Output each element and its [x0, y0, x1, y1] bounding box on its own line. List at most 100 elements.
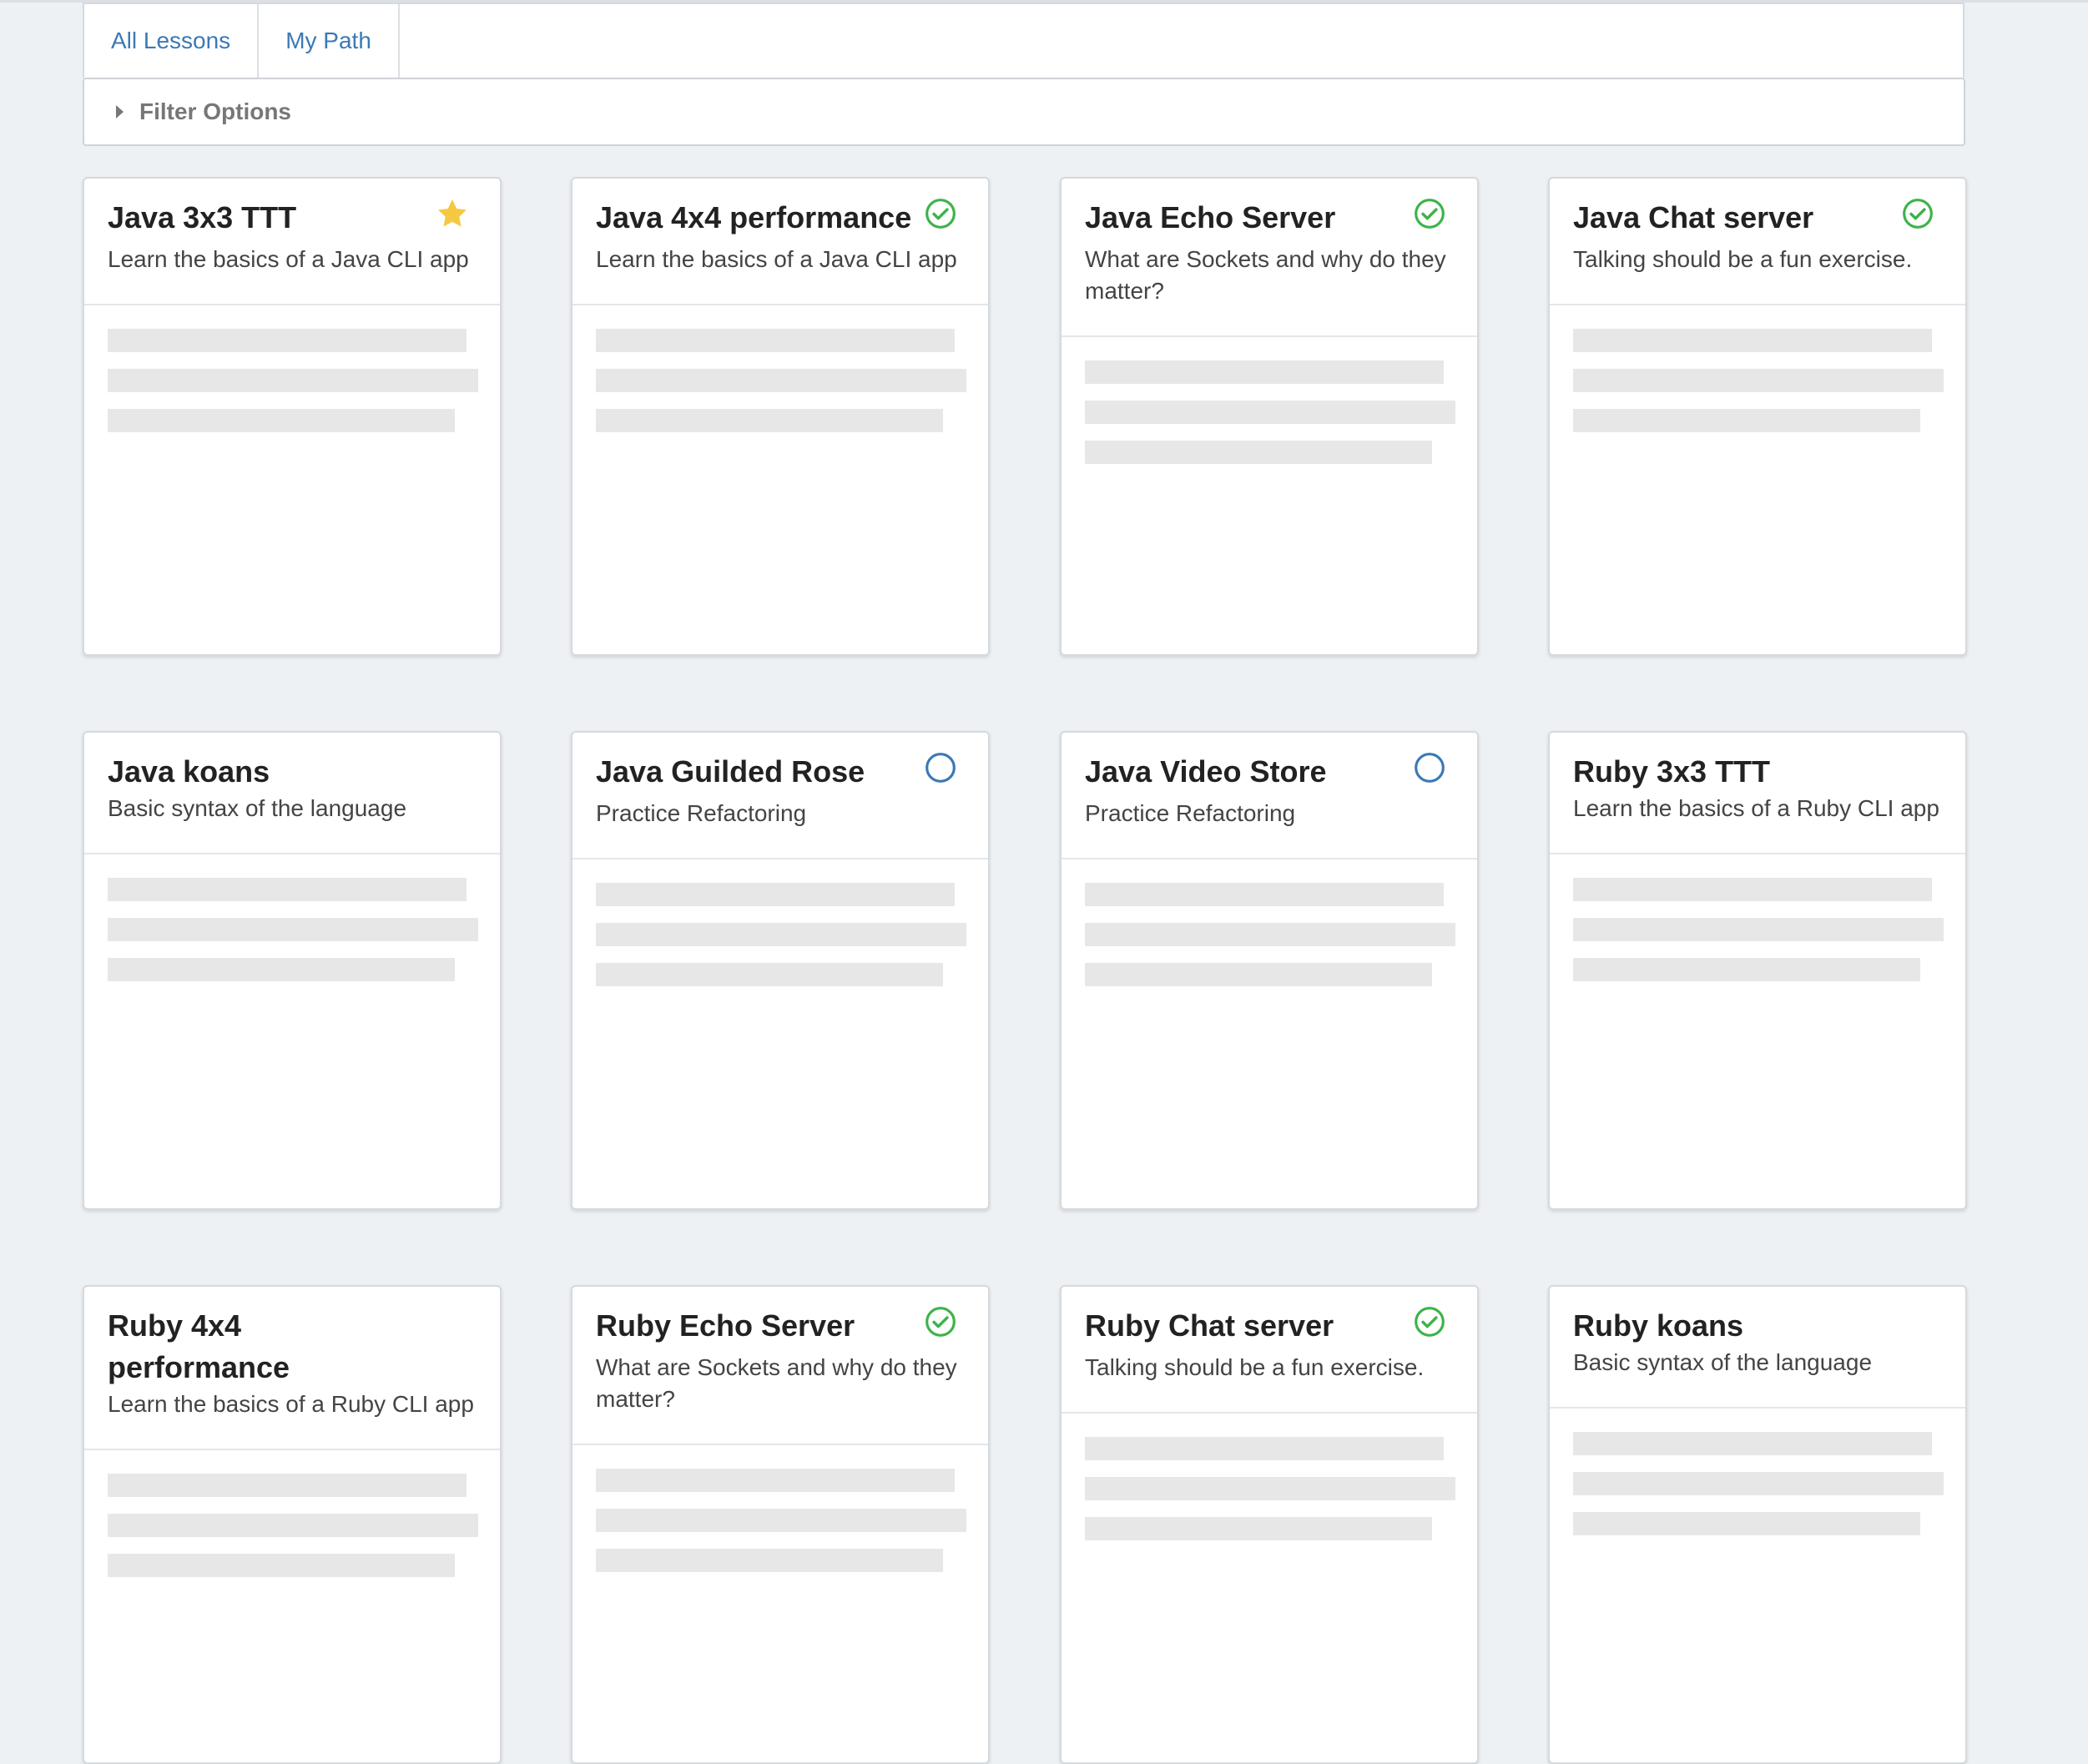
- lesson-card[interactable]: Java Echo Server What are Sockets and why…: [1060, 177, 1479, 656]
- lesson-title: Java 4x4 performance: [596, 200, 912, 234]
- lesson-card[interactable]: Java Guilded Rose Practice Refactoring: [571, 731, 990, 1210]
- lesson-title: Java Echo Server: [1085, 200, 1336, 234]
- lesson-title: Ruby koans: [1573, 1308, 1744, 1343]
- lesson-card-header: Java Guilded Rose Practice Refactoring: [572, 733, 988, 859]
- skeleton-line: [108, 1514, 478, 1537]
- lesson-description: Basic syntax of the language: [1573, 1349, 1873, 1375]
- skeleton-line: [1085, 441, 1432, 464]
- skeleton-line: [1085, 360, 1444, 384]
- skeleton-line: [596, 923, 966, 946]
- skeleton-line: [596, 1509, 966, 1532]
- skeleton-line: [108, 329, 467, 352]
- lesson-card-header: Ruby 3x3 TTT Learn the basics of a Ruby C…: [1550, 733, 1965, 854]
- skeleton-line: [1573, 369, 1944, 392]
- filter-options-label: Filter Options: [139, 98, 291, 124]
- lesson-card-header: Ruby 4x4 performance Learn the basics of …: [84, 1287, 500, 1450]
- empty-circle-icon[interactable]: [1413, 751, 1446, 784]
- lesson-description: Learn the basics of a Java CLI app: [596, 246, 957, 272]
- lesson-card-header: Java Chat server Talking should be a fun …: [1550, 179, 1965, 305]
- lesson-description: Practice Refactoring: [596, 800, 807, 826]
- skeleton-line: [108, 1474, 467, 1497]
- skeleton-line: [108, 918, 478, 941]
- skeleton-line: [1085, 963, 1432, 986]
- star-icon[interactable]: [436, 197, 469, 230]
- skeleton-line: [596, 1469, 955, 1492]
- skeleton-line: [596, 369, 966, 392]
- skeleton-line: [1085, 1477, 1455, 1500]
- skeleton-line: [108, 409, 455, 432]
- check-circle-icon[interactable]: [924, 197, 957, 230]
- lesson-card-header: Java koans Basic syntax of the language: [84, 733, 500, 854]
- skeleton-line: [1573, 329, 1932, 352]
- lesson-card[interactable]: Java Video Store Practice Refactoring: [1060, 731, 1479, 1210]
- lesson-card[interactable]: Ruby Chat server Talking should be a fun …: [1060, 1285, 1479, 1764]
- skeleton-line: [1085, 883, 1444, 906]
- lesson-card[interactable]: Java 4x4 performance Learn the basics of …: [571, 177, 990, 656]
- skeleton-line: [1573, 958, 1920, 981]
- lesson-title: Java Guilded Rose: [596, 754, 865, 789]
- lesson-card[interactable]: Ruby 4x4 performance Learn the basics of …: [83, 1285, 502, 1764]
- loading-skeleton: [1550, 1409, 1965, 1535]
- lesson-card[interactable]: Ruby 3x3 TTT Learn the basics of a Ruby C…: [1548, 731, 1967, 1210]
- caret-right-icon: [116, 105, 124, 118]
- lesson-title: Java Video Store: [1085, 754, 1327, 789]
- skeleton-line: [108, 958, 455, 981]
- skeleton-line: [1573, 1432, 1932, 1455]
- lesson-card-header: Java Echo Server What are Sockets and why…: [1062, 179, 1477, 337]
- lesson-title: Ruby 4x4 performance: [108, 1308, 290, 1384]
- lesson-description: Talking should be a fun exercise.: [1573, 246, 1913, 272]
- skeleton-line: [108, 878, 467, 901]
- skeleton-line: [1573, 878, 1932, 901]
- loading-skeleton: [84, 305, 500, 432]
- lesson-description: Talking should be a fun exercise.: [1085, 1354, 1425, 1380]
- lesson-card[interactable]: Ruby koans Basic syntax of the language: [1548, 1285, 1967, 1764]
- skeleton-line: [1573, 918, 1944, 941]
- skeleton-line: [1573, 1512, 1920, 1535]
- lesson-description: Learn the basics of a Ruby CLI app: [1573, 795, 1939, 821]
- lesson-title: Ruby Chat server: [1085, 1308, 1334, 1343]
- filter-options-toggle[interactable]: Filter Options: [83, 78, 1965, 146]
- lesson-card-header: Ruby koans Basic syntax of the language: [1550, 1287, 1965, 1409]
- check-circle-icon[interactable]: [1901, 197, 1934, 230]
- lesson-card-header: Java 4x4 performance Learn the basics of …: [572, 179, 988, 305]
- lesson-card-header: Java 3x3 TTT Learn the basics of a Java C…: [84, 179, 500, 305]
- skeleton-line: [1085, 1517, 1432, 1540]
- check-circle-icon[interactable]: [1413, 197, 1446, 230]
- lesson-tabs: All Lessons My Path: [83, 3, 1964, 78]
- loading-skeleton: [1062, 859, 1477, 986]
- lesson-card-header: Java Video Store Practice Refactoring: [1062, 733, 1477, 859]
- skeleton-line: [596, 1549, 943, 1572]
- tab-all-lessons[interactable]: All Lessons: [84, 4, 260, 78]
- skeleton-line: [596, 409, 943, 432]
- lesson-card[interactable]: Ruby Echo Server What are Sockets and why…: [571, 1285, 990, 1764]
- lesson-card[interactable]: Java 3x3 TTT Learn the basics of a Java C…: [83, 177, 502, 656]
- lesson-card[interactable]: Java Chat server Talking should be a fun …: [1548, 177, 1967, 656]
- tab-my-path[interactable]: My Path: [259, 4, 400, 78]
- skeleton-line: [596, 963, 943, 986]
- empty-circle-icon[interactable]: [924, 751, 957, 784]
- lesson-description: Learn the basics of a Ruby CLI app: [108, 1391, 474, 1417]
- lesson-description: Basic syntax of the language: [108, 795, 407, 821]
- loading-skeleton: [572, 305, 988, 432]
- loading-skeleton: [84, 854, 500, 981]
- lesson-title: Ruby 3x3 TTT: [1573, 754, 1771, 789]
- lesson-description: What are Sockets and why do they matter?: [596, 1354, 957, 1412]
- lesson-description: Learn the basics of a Java CLI app: [108, 246, 469, 272]
- lesson-description: Practice Refactoring: [1085, 800, 1296, 826]
- check-circle-icon[interactable]: [1413, 1305, 1446, 1338]
- loading-skeleton: [84, 1450, 500, 1577]
- lesson-description: What are Sockets and why do they matter?: [1085, 246, 1446, 304]
- lesson-card[interactable]: Java koans Basic syntax of the language: [83, 731, 502, 1210]
- loading-skeleton: [1062, 1414, 1477, 1540]
- skeleton-line: [1085, 923, 1455, 946]
- skeleton-line: [1085, 401, 1455, 424]
- skeleton-line: [596, 883, 955, 906]
- skeleton-line: [1085, 1437, 1444, 1460]
- skeleton-line: [1573, 1472, 1944, 1495]
- lesson-title: Java Chat server: [1573, 200, 1814, 234]
- loading-skeleton: [572, 859, 988, 986]
- check-circle-icon[interactable]: [924, 1305, 957, 1338]
- skeleton-line: [108, 1554, 455, 1577]
- skeleton-line: [1573, 409, 1920, 432]
- lesson-card-header: Ruby Echo Server What are Sockets and why…: [572, 1287, 988, 1445]
